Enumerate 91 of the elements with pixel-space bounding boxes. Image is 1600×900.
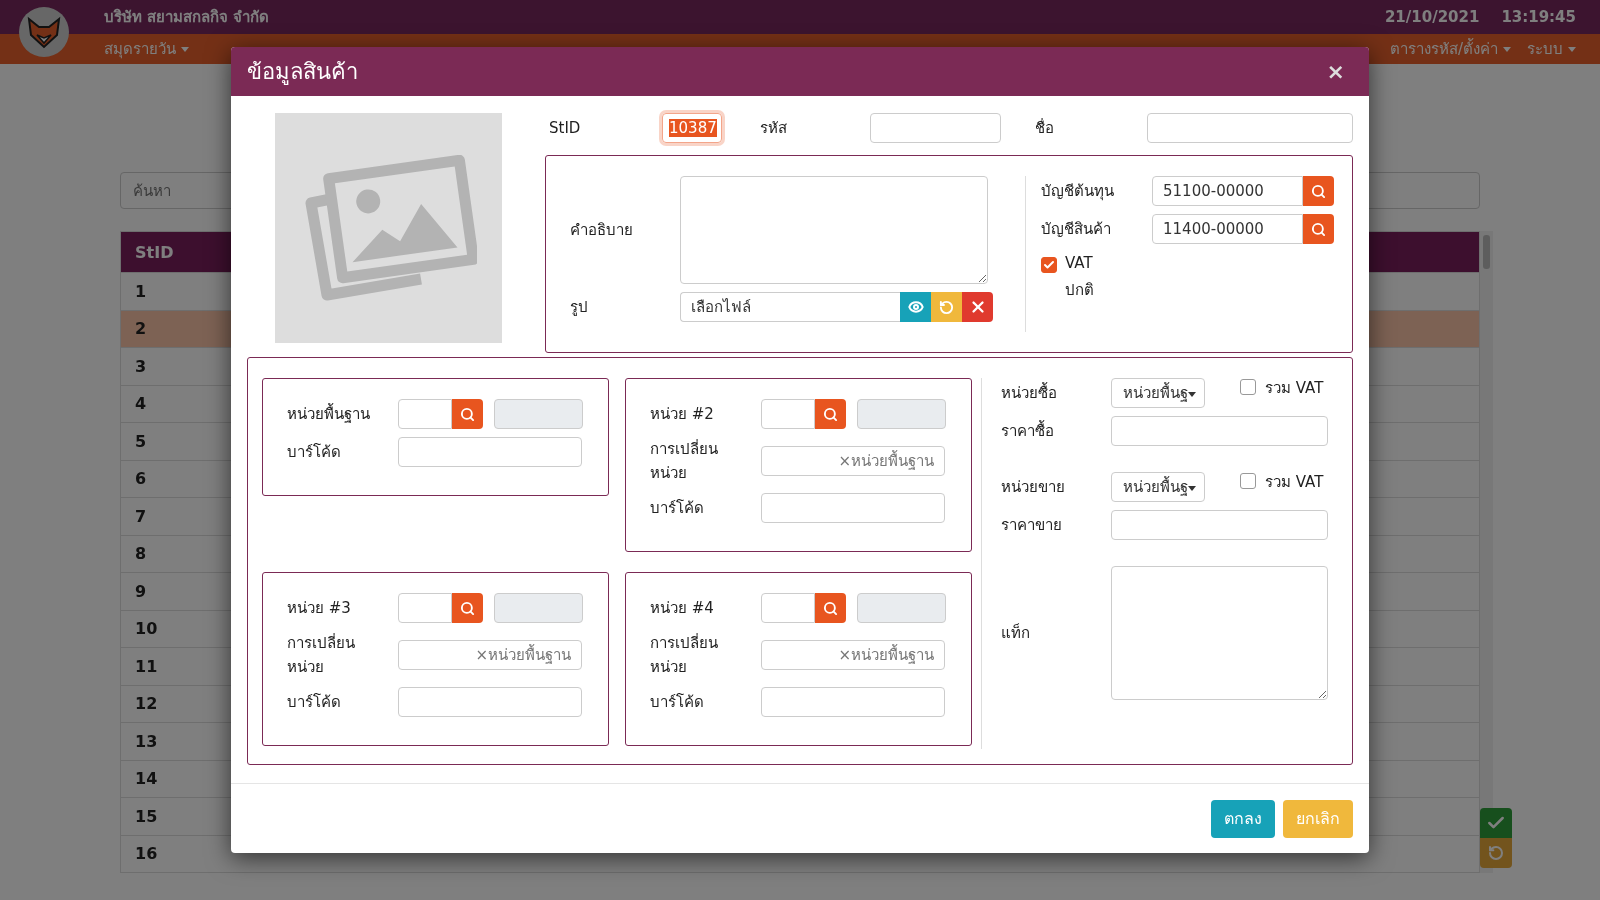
search-button[interactable] xyxy=(452,593,483,623)
vat-checkbox[interactable] xyxy=(1240,379,1256,395)
caret-icon xyxy=(1188,390,1196,398)
close-button[interactable]: × xyxy=(1318,59,1353,84)
barcode-label: บาร์โค้ด xyxy=(287,442,342,463)
search-icon xyxy=(460,406,475,422)
search-icon xyxy=(823,406,838,422)
barcode-field[interactable] xyxy=(761,687,945,717)
unit-field[interactable] xyxy=(761,399,815,429)
unit-label: หน่วย #4 xyxy=(650,598,715,619)
unit-label: หน่วย #2 xyxy=(650,404,715,425)
reset-button[interactable] xyxy=(931,292,962,322)
search-icon xyxy=(823,600,838,616)
check-icon xyxy=(1043,259,1055,271)
unit-select[interactable]: หน่วยพื้นฐ xyxy=(1111,378,1205,408)
undo-button[interactable] xyxy=(1480,838,1512,868)
unit-field[interactable] xyxy=(398,399,452,429)
unit-name-field[interactable] xyxy=(494,399,583,429)
account-field[interactable]: 51100-00000 xyxy=(1152,176,1303,206)
conversion-field[interactable]: ×หน่วยพื้นฐาน xyxy=(398,640,582,670)
scrollbar[interactable] xyxy=(1480,231,1493,873)
unit-label: หน่วยพื้นฐาน xyxy=(287,402,371,425)
field-label: ชื่อ xyxy=(1035,117,1055,139)
vat-label: รวม VAT xyxy=(1265,378,1324,399)
search-icon xyxy=(1311,183,1326,199)
view-button[interactable] xyxy=(900,292,931,322)
vat-checkbox[interactable] xyxy=(1041,257,1057,273)
search-button[interactable] xyxy=(1303,214,1334,244)
vat-label: รวม VAT xyxy=(1265,472,1324,493)
unit-select[interactable]: หน่วยพื้นฐ xyxy=(1111,472,1205,502)
picture-label: รูป xyxy=(570,297,589,318)
barcode-label: บาร์โค้ด xyxy=(287,692,342,713)
conversion-label: การเปลี่ยนหน่วย xyxy=(650,632,719,678)
undo-icon xyxy=(939,299,954,315)
search-button[interactable] xyxy=(452,399,483,429)
field-label: StID xyxy=(549,119,582,137)
text-field[interactable] xyxy=(870,113,1001,143)
price-field[interactable] xyxy=(1111,416,1328,446)
search-icon xyxy=(1311,221,1326,237)
search-button[interactable] xyxy=(815,593,846,623)
barcode-label: บาร์โค้ด xyxy=(650,692,705,713)
price-label: ราคาซื้อ xyxy=(1001,419,1055,442)
vat-checkbox[interactable] xyxy=(1240,473,1256,489)
ok-button[interactable]: ตกลง xyxy=(1211,799,1275,838)
conversion-label: การเปลี่ยนหน่วย xyxy=(650,438,719,484)
menu-item[interactable]: สมุดรายวัน xyxy=(104,37,189,61)
time-text: 13:19:45 xyxy=(1501,8,1576,26)
unit-name-field[interactable] xyxy=(857,593,946,623)
search-button[interactable] xyxy=(815,399,846,429)
eye-icon xyxy=(907,299,924,315)
remove-button[interactable] xyxy=(962,292,993,322)
unit-name-field[interactable] xyxy=(857,399,946,429)
price-field[interactable] xyxy=(1111,510,1328,540)
caret-icon xyxy=(1503,46,1511,52)
caret-icon xyxy=(1188,484,1196,492)
barcode-field[interactable] xyxy=(761,493,945,523)
vat-note: ปกติ xyxy=(1065,280,1094,301)
unit-label: หน่วยขาย xyxy=(1001,477,1066,498)
tag-label: แท็ก xyxy=(1001,622,1031,644)
conversion-field[interactable]: ×หน่วยพื้นฐาน xyxy=(761,640,945,670)
account-field[interactable]: 11400-00000 xyxy=(1152,214,1303,244)
undo-icon xyxy=(1488,845,1504,861)
dialog-title: ข้อมูลสินค้า xyxy=(247,58,358,87)
save-button[interactable] xyxy=(1480,808,1512,838)
company-name: บริษัท สยามสกลกิจ จำกัด xyxy=(104,7,271,28)
barcode-label: บาร์โค้ด xyxy=(650,498,705,519)
unit-label: หน่วยซื้อ xyxy=(1001,381,1058,404)
unit-field[interactable] xyxy=(761,593,815,623)
barcode-field[interactable] xyxy=(398,437,582,467)
barcode-field[interactable] xyxy=(398,687,582,717)
vat-label: VAT xyxy=(1065,254,1094,272)
menu-item[interactable]: ตารางรหัส/ตั้งค่า xyxy=(1389,37,1511,61)
search-button[interactable] xyxy=(1303,176,1334,206)
caret-icon xyxy=(1568,46,1576,52)
conversion-field[interactable]: ×หน่วยพื้นฐาน xyxy=(761,446,945,476)
tag-field[interactable] xyxy=(1111,566,1328,700)
text-field[interactable] xyxy=(1147,113,1353,143)
description-field[interactable] xyxy=(680,176,988,284)
unit-name-field[interactable] xyxy=(494,593,583,623)
date-text: 21/10/2021 xyxy=(1384,8,1480,26)
caret-icon xyxy=(181,46,189,52)
field-label: รหัส xyxy=(760,118,788,139)
menu-item[interactable]: ระบบ xyxy=(1527,37,1576,61)
account-label: บัญชีต้นทุน xyxy=(1041,181,1115,203)
file-field[interactable]: เลือกไฟล์ xyxy=(680,292,900,322)
stid-field[interactable]: 10387 xyxy=(662,113,722,143)
search-icon xyxy=(460,600,475,616)
unit-field[interactable] xyxy=(398,593,452,623)
price-label: ราคาขาย xyxy=(1001,515,1063,536)
conversion-label: การเปลี่ยนหน่วย xyxy=(287,632,356,678)
unit-label: หน่วย #3 xyxy=(287,598,352,619)
